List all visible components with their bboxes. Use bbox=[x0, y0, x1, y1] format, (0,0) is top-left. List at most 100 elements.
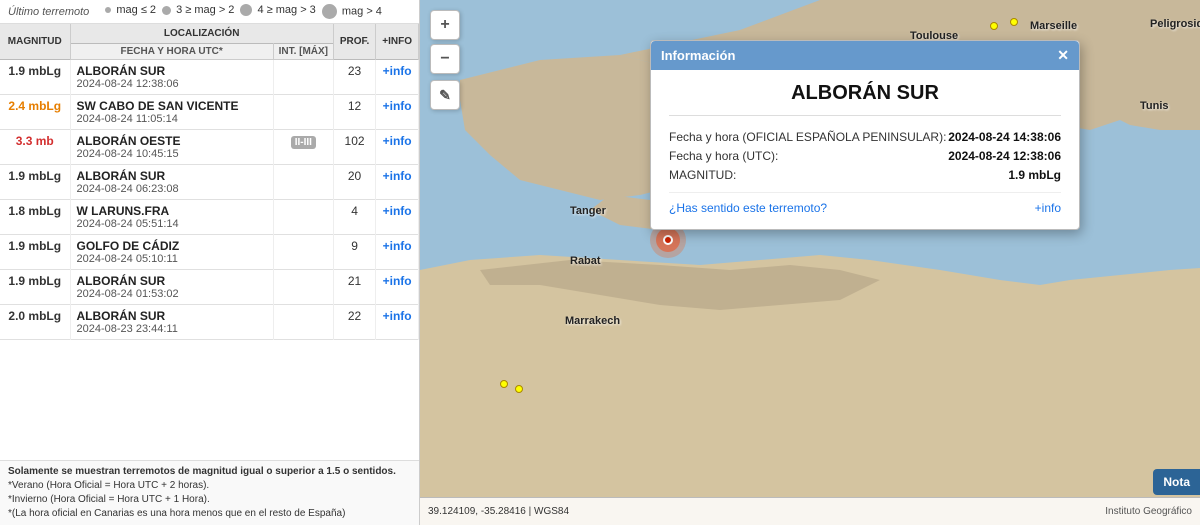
cell-info[interactable]: +info bbox=[376, 130, 419, 165]
table-row: 2.0 mbLg ALBORÁN SUR 2024-08-23 23:44:11… bbox=[0, 305, 419, 340]
legend-dot-large bbox=[240, 4, 252, 16]
location-datetime: 2024-08-24 06:23:08 bbox=[77, 183, 267, 195]
legend-label-3: 4 ≥ mag > 3 bbox=[257, 4, 315, 16]
legend-dot-medium bbox=[162, 6, 171, 15]
col-fecha: Fecha y Hora UTC* bbox=[70, 44, 273, 60]
earthquake-dot-2[interactable] bbox=[1010, 18, 1018, 26]
intensity-badge: II-III bbox=[291, 136, 316, 149]
zoom-out-button[interactable]: − bbox=[430, 44, 460, 74]
footer-line1: Solamente se muestran terremotos de magn… bbox=[8, 465, 411, 479]
popup-magnitud-label: MAGNITUD: bbox=[669, 168, 736, 182]
header-bar: Último terremoto mag ≤ 2 3 ≥ mag > 2 4 ≥… bbox=[0, 0, 419, 24]
table-row: 1.9 mbLg ALBORÁN SUR 2024-08-24 06:23:08… bbox=[0, 165, 419, 200]
cell-prof: 22 bbox=[333, 305, 375, 340]
col-info: +INFO bbox=[376, 24, 419, 60]
legend-dot-small bbox=[105, 7, 111, 13]
location-datetime: 2024-08-24 11:05:14 bbox=[77, 113, 267, 125]
legend-label-1: mag ≤ 2 bbox=[116, 4, 156, 16]
info-popup: Información ✕ ALBORÁN SUR Fecha y hora (… bbox=[650, 40, 1080, 230]
cell-magnitude: 2.4 mbLg bbox=[0, 95, 70, 130]
footer-line2: *Verano (Hora Oficial = Hora UTC + 2 hor… bbox=[8, 479, 411, 493]
city-rabat: Rabat bbox=[570, 255, 601, 267]
footer-line4: *(La hora oficial en Canarias es una hor… bbox=[8, 507, 411, 521]
popup-sentido-link[interactable]: ¿Has sentido este terremoto? bbox=[669, 201, 827, 215]
earthquake-table-container: MAGNITUD LOCALIZACIÓN PROF. +INFO Fecha … bbox=[0, 24, 419, 460]
info-link[interactable]: +info bbox=[383, 309, 412, 323]
popup-info-link[interactable]: +info bbox=[1035, 201, 1061, 215]
edit-button[interactable]: ✎ bbox=[430, 80, 460, 110]
col-prof: PROF. bbox=[333, 24, 375, 60]
cell-intensity bbox=[273, 165, 333, 200]
cell-magnitude: 1.9 mbLg bbox=[0, 60, 70, 95]
cell-magnitude: 1.8 mbLg bbox=[0, 200, 70, 235]
info-link[interactable]: +info bbox=[383, 64, 412, 78]
nota-button[interactable]: Nota bbox=[1153, 469, 1200, 495]
legend-item-2: 3 ≥ mag > 2 bbox=[162, 4, 234, 19]
location-datetime: 2024-08-24 05:51:14 bbox=[77, 218, 267, 230]
ripple-mid bbox=[656, 228, 680, 252]
popup-fecha-oficial-row: Fecha y hora (OFICIAL ESPAÑOLA PENINSULA… bbox=[669, 130, 1061, 144]
popup-fecha-oficial-value: 2024-08-24 14:38:06 bbox=[948, 130, 1061, 144]
table-row: 1.9 mbLg ALBORÁN SUR 2024-08-24 12:38:06… bbox=[0, 60, 419, 95]
info-link[interactable]: +info bbox=[383, 169, 412, 183]
cell-info[interactable]: +info bbox=[376, 235, 419, 270]
location-name: ALBORÁN SUR bbox=[77, 64, 267, 78]
info-link[interactable]: +info bbox=[383, 239, 412, 253]
info-link[interactable]: +info bbox=[383, 134, 412, 148]
popup-magnitud-row: MAGNITUD: 1.9 mbLg bbox=[669, 168, 1061, 182]
legend-item-1: mag ≤ 2 bbox=[105, 4, 156, 19]
info-link[interactable]: +info bbox=[383, 99, 412, 113]
legend-label-4: mag > 4 bbox=[342, 5, 382, 17]
popup-fecha-utc-value: 2024-08-24 12:38:06 bbox=[948, 149, 1061, 163]
location-datetime: 2024-08-24 01:53:02 bbox=[77, 288, 267, 300]
cell-location: ALBORÁN SUR 2024-08-24 06:23:08 bbox=[70, 165, 273, 200]
location-datetime: 2024-08-23 23:44:11 bbox=[77, 323, 267, 335]
cell-info[interactable]: +info bbox=[376, 60, 419, 95]
location-name: W LARUNS.FRA bbox=[77, 204, 267, 218]
earthquake-dot-1[interactable] bbox=[990, 22, 998, 30]
earthquake-table: MAGNITUD LOCALIZACIÓN PROF. +INFO Fecha … bbox=[0, 24, 419, 340]
cell-location: ALBORÁN OESTE 2024-08-24 10:45:15 bbox=[70, 130, 273, 165]
popup-fecha-oficial-label: Fecha y hora (OFICIAL ESPAÑOLA PENINSULA… bbox=[669, 130, 946, 144]
info-link[interactable]: +info bbox=[383, 274, 412, 288]
city-marrakech: Marrakech bbox=[565, 315, 620, 327]
zoom-in-button[interactable]: + bbox=[430, 10, 460, 40]
coordinates-text: 39.124109, -35.28416 | WGS84 bbox=[428, 506, 569, 517]
cell-location: W LARUNS.FRA 2024-08-24 05:51:14 bbox=[70, 200, 273, 235]
cell-magnitude: 3.3 mb bbox=[0, 130, 70, 165]
cell-magnitude: 1.9 mbLg bbox=[0, 235, 70, 270]
earthquake-dot-4[interactable] bbox=[515, 385, 523, 393]
cell-location: GOLFO DE CÁDIZ 2024-08-24 05:10:11 bbox=[70, 235, 273, 270]
cell-info[interactable]: +info bbox=[376, 270, 419, 305]
cell-intensity bbox=[273, 200, 333, 235]
bottom-bar: 39.124109, -35.28416 | WGS84 Instituto G… bbox=[420, 497, 1200, 525]
location-name: SW CABO DE SAN VICENTE bbox=[77, 99, 267, 113]
popup-footer: ¿Has sentido este terremoto? +info bbox=[669, 192, 1061, 215]
cell-magnitude: 1.9 mbLg bbox=[0, 270, 70, 305]
cell-intensity bbox=[273, 235, 333, 270]
map-area[interactable]: + − ✎ Tanger Oran Rabat Marrakech Toulou… bbox=[420, 0, 1200, 525]
table-row: 3.3 mb ALBORÁN OESTE 2024-08-24 10:45:15… bbox=[0, 130, 419, 165]
info-link[interactable]: +info bbox=[383, 204, 412, 218]
popup-earthquake-title: ALBORÁN SUR bbox=[669, 82, 1061, 116]
attribution-text: Instituto Geográfico bbox=[1105, 506, 1192, 517]
col-localizacion: LOCALIZACIÓN bbox=[70, 24, 333, 44]
cell-info[interactable]: +info bbox=[376, 165, 419, 200]
popup-close-button[interactable]: ✕ bbox=[1057, 47, 1069, 64]
cell-info[interactable]: +info bbox=[376, 200, 419, 235]
location-datetime: 2024-08-24 10:45:15 bbox=[77, 148, 267, 160]
cell-intensity: II-III bbox=[273, 130, 333, 165]
location-name: ALBORÁN SUR bbox=[77, 309, 267, 323]
cell-magnitude: 1.9 mbLg bbox=[0, 165, 70, 200]
cell-intensity bbox=[273, 95, 333, 130]
cell-prof: 23 bbox=[333, 60, 375, 95]
legend-item-4: mag > 4 bbox=[322, 4, 382, 19]
cell-prof: 21 bbox=[333, 270, 375, 305]
cell-location: ALBORÁN SUR 2024-08-23 23:44:11 bbox=[70, 305, 273, 340]
earthquake-dot-3[interactable] bbox=[500, 380, 508, 388]
cell-info[interactable]: +info bbox=[376, 305, 419, 340]
city-tanger: Tanger bbox=[570, 205, 606, 217]
col-magnitud: MAGNITUD bbox=[0, 24, 70, 60]
legend-item-3: 4 ≥ mag > 3 bbox=[240, 4, 315, 19]
cell-info[interactable]: +info bbox=[376, 95, 419, 130]
